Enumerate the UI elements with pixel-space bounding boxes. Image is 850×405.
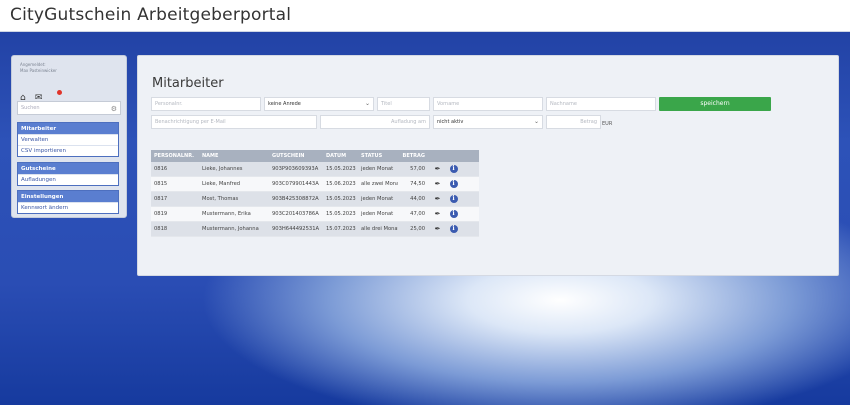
cell-personalnr: 0818 <box>154 226 168 232</box>
table-row[interactable]: 0815 Lieke, Manfred 903C079901443A 15.06… <box>151 177 479 192</box>
info-icon[interactable]: i <box>449 210 458 218</box>
betrag-placeholder: Betrag <box>580 119 597 125</box>
info-icon[interactable]: i <box>449 195 458 203</box>
cell-betrag: 44,00 <box>410 196 425 202</box>
sidebar-group-title: Gutscheine <box>21 166 56 172</box>
edit-icon[interactable]: ✒ <box>435 210 441 218</box>
notification-badge <box>56 90 62 95</box>
column-header-name[interactable]: NAME <box>199 153 269 159</box>
titel-input[interactable]: Titel <box>377 97 430 111</box>
info-icon[interactable]: i <box>449 225 458 233</box>
cell-datum: 15.05.2023 <box>326 211 356 217</box>
cell-gutschein: 903P903609393A <box>272 166 319 172</box>
cell-status: jeden Monat <box>361 211 394 217</box>
nachname-input[interactable]: Nachname <box>546 97 656 111</box>
email-placeholder: Benachrichtigung per E-Mail <box>155 119 226 125</box>
edit-icon[interactable]: ✒ <box>435 165 441 173</box>
cell-gutschein: 903C201403786A <box>272 211 319 217</box>
cell-personalnr: 0817 <box>154 196 168 202</box>
sidebar-item-verwalten[interactable]: Verwalten <box>18 134 118 145</box>
sidebar-icons: ⌂ ✉ <box>20 85 62 103</box>
column-header-gutschein[interactable]: GUTSCHEIN <box>269 153 323 159</box>
chevron-down-icon: ⌄ <box>364 100 370 107</box>
cell-status: jeden Monat <box>361 196 394 202</box>
personalnr-input[interactable]: Personalnr. <box>151 97 261 111</box>
nachname-placeholder: Nachname <box>550 101 577 107</box>
titel-placeholder: Titel <box>381 101 392 107</box>
table-header: PERSONALNR. NAME GUTSCHEIN DATUM STATUS … <box>151 150 479 162</box>
page-title: Mitarbeiter <box>152 76 224 91</box>
anrede-select[interactable]: keine Anrede ⌄ <box>264 97 374 111</box>
aufladung-placeholder: Aufladung am <box>390 119 426 125</box>
cell-name: Lieke, Manfred <box>202 181 241 187</box>
vorname-placeholder: Vorname <box>437 101 460 107</box>
cell-status: jeden Monat <box>361 166 394 172</box>
main-panel: Mitarbeiter Personalnr. keine Anrede ⌄ T… <box>137 55 839 276</box>
cell-datum: 15.05.2023 <box>326 196 356 202</box>
table-row[interactable]: 0816 Lieke, Johannes 903P903609393A 15.0… <box>151 162 479 177</box>
gear-icon[interactable]: ⚙ <box>111 103 117 115</box>
cell-status: alle drei Monate <box>361 226 398 232</box>
table-row[interactable]: 0818 Mustermann, Johanna 903H644492531A … <box>151 222 479 237</box>
table-row[interactable]: 0819 Mustermann, Erika 903C201403786A 15… <box>151 207 479 222</box>
cell-betrag: 57,00 <box>410 166 425 172</box>
status-select[interactable]: nicht aktiv ⌄ <box>433 115 543 129</box>
cell-status: alle zwei Monate <box>361 181 398 187</box>
cell-name: Most, Thomas <box>202 196 239 202</box>
cell-name: Mustermann, Johanna <box>202 226 259 232</box>
cell-datum: 15.05.2023 <box>326 166 356 172</box>
sidebar-group-einstellungen: Einstellungen Kennwort ändern <box>17 190 119 214</box>
cell-name: Lieke, Johannes <box>202 166 243 172</box>
info-icon[interactable]: i <box>449 165 458 173</box>
sidebar-group-title: Einstellungen <box>21 194 64 200</box>
app-title: CityGutschein Arbeitgeberportal <box>10 5 292 25</box>
sidebar-search-input[interactable]: Suchen ⚙ <box>17 101 121 115</box>
anrede-value: keine Anrede <box>268 101 301 107</box>
chevron-down-icon: ⌄ <box>533 118 539 125</box>
cell-datum: 15.07.2023 <box>326 226 356 232</box>
betrag-input[interactable]: Betrag <box>546 115 601 129</box>
user-name: Max Pasteinwicker <box>20 68 57 73</box>
personalnr-placeholder: Personalnr. <box>155 101 183 107</box>
status-value: nicht aktiv <box>437 119 464 125</box>
vorname-input[interactable]: Vorname <box>433 97 543 111</box>
edit-icon[interactable]: ✒ <box>435 195 441 203</box>
edit-icon[interactable]: ✒ <box>435 180 441 188</box>
cell-betrag: 25,00 <box>410 226 425 232</box>
sidebar-item-csv-importieren[interactable]: CSV importieren <box>18 145 118 156</box>
cell-personalnr: 0816 <box>154 166 168 172</box>
save-button[interactable]: speichern <box>659 97 771 111</box>
sidebar-group-mitarbeiter: Mitarbeiter Verwalten CSV importieren <box>17 122 119 157</box>
top-bar: CityGutschein Arbeitgeberportal <box>0 0 850 32</box>
sidebar-search-placeholder: Suchen <box>21 105 40 111</box>
cell-gutschein: 903C079901443A <box>272 181 319 187</box>
email-input[interactable]: Benachrichtigung per E-Mail <box>151 115 317 129</box>
sidebar-item-kennwort-aendern[interactable]: Kennwort ändern <box>18 202 118 213</box>
column-header-datum[interactable]: DATUM <box>323 153 358 159</box>
cell-personalnr: 0819 <box>154 211 168 217</box>
cell-betrag: 47,00 <box>410 211 425 217</box>
info-icon[interactable]: i <box>449 180 458 188</box>
sidebar-group-title: Mitarbeiter <box>21 126 57 132</box>
employee-table: PERSONALNR. NAME GUTSCHEIN DATUM STATUS … <box>151 150 479 237</box>
column-header-betrag[interactable]: BETRAG <box>398 153 428 159</box>
column-header-personalnr[interactable]: PERSONALNR. <box>151 153 199 159</box>
table-row[interactable]: 0817 Most, Thomas 903B425308872A 15.05.2… <box>151 192 479 207</box>
cell-name: Mustermann, Erika <box>202 211 251 217</box>
sidebar-item-aufladungen[interactable]: Aufladungen <box>18 174 118 185</box>
user-info: Angemeldet: Max Pasteinwicker <box>20 62 57 74</box>
cell-gutschein: 903H644492531A <box>272 226 320 232</box>
sidebar-group-gutscheine: Gutscheine Aufladungen <box>17 162 119 186</box>
cell-datum: 15.06.2023 <box>326 181 356 187</box>
cell-betrag: 74,50 <box>410 181 425 187</box>
cell-gutschein: 903B425308872A <box>272 196 319 202</box>
currency-label: EUR <box>602 121 613 127</box>
edit-icon[interactable]: ✒ <box>435 225 441 233</box>
cell-personalnr: 0815 <box>154 181 168 187</box>
column-header-status[interactable]: STATUS <box>358 153 398 159</box>
aufladung-date-input[interactable]: Aufladung am <box>320 115 430 129</box>
